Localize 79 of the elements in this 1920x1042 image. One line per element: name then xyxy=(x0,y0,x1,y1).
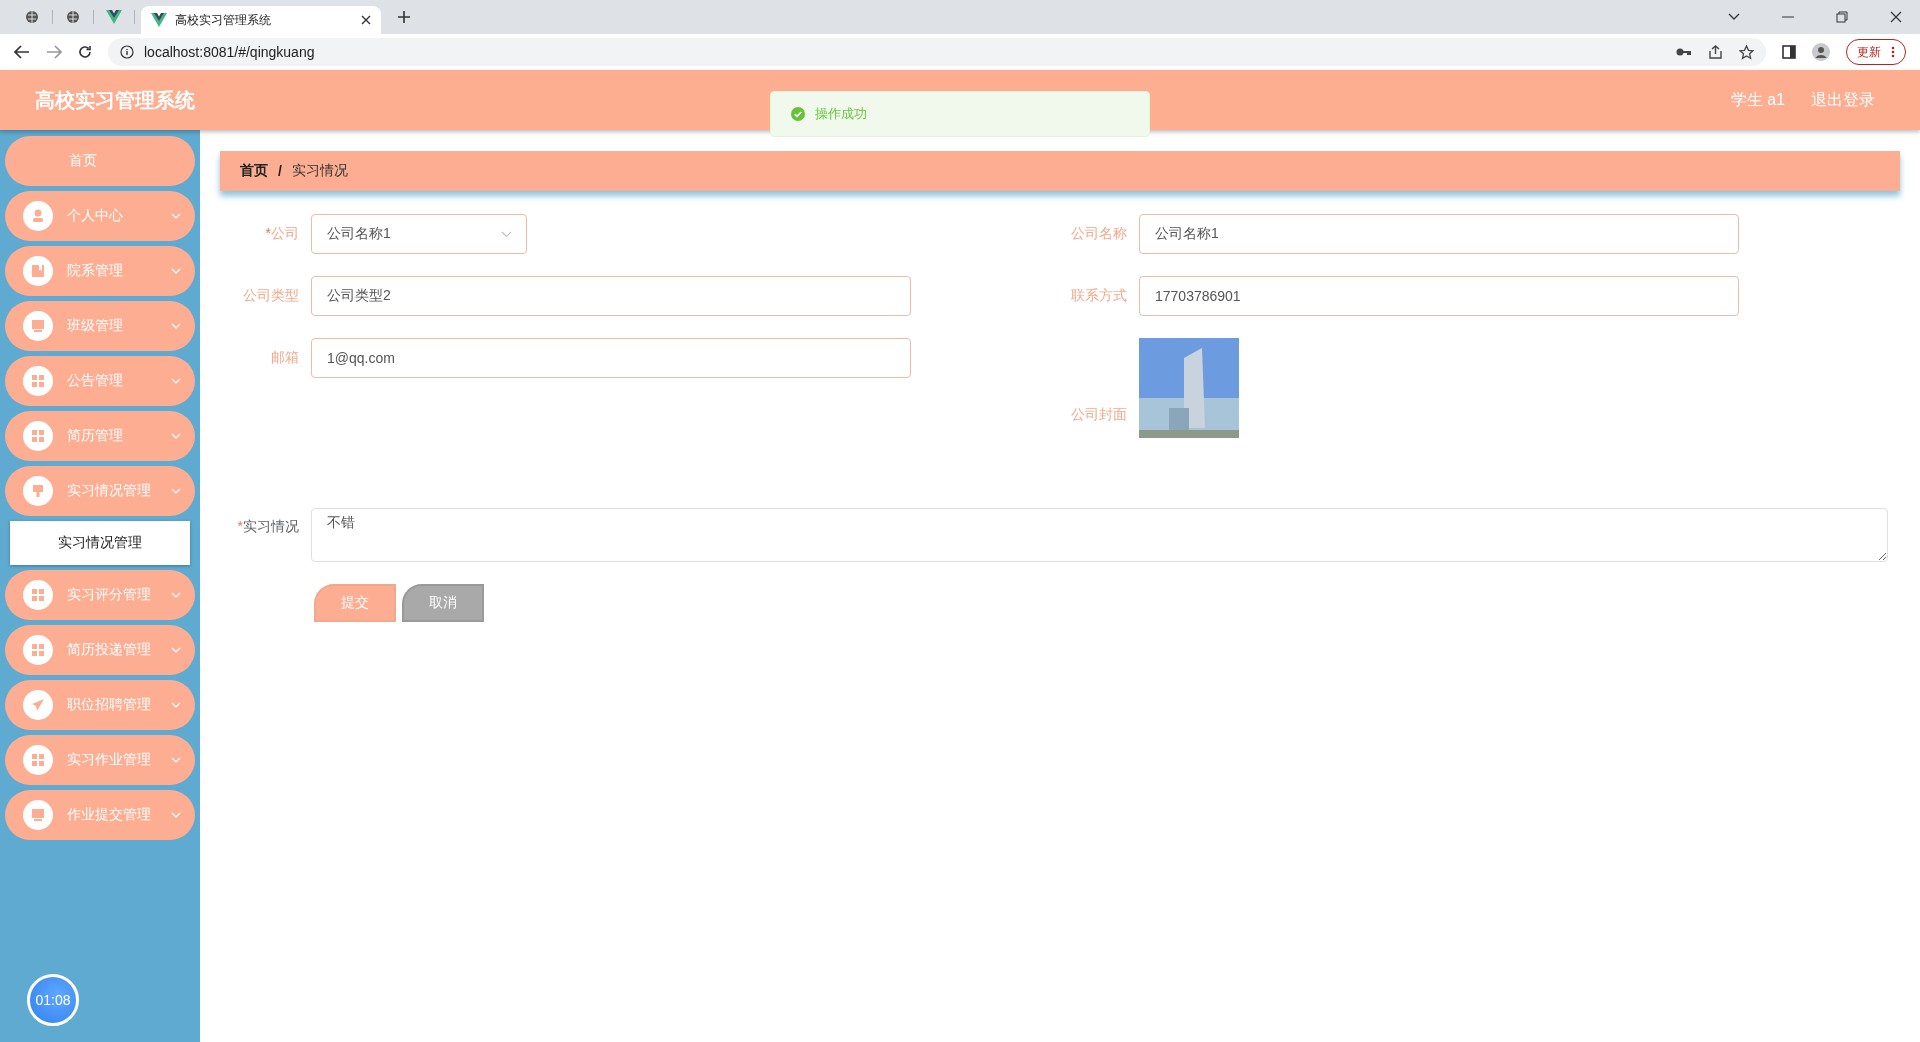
menu-item[interactable]: 院系管理 xyxy=(5,246,195,296)
chevron-icon xyxy=(171,702,181,708)
field-label: 公司名称 xyxy=(1070,225,1127,243)
text-area[interactable]: 不错 xyxy=(311,508,1888,562)
grid-icon xyxy=(23,635,53,665)
reload-icon[interactable] xyxy=(78,45,92,59)
breadcrumb-item[interactable]: 首页 xyxy=(240,162,268,180)
share-icon[interactable] xyxy=(1708,44,1723,60)
monitor-icon xyxy=(23,800,53,830)
chevron-down-icon[interactable] xyxy=(1728,13,1740,21)
menu-item[interactable]: 班级管理 xyxy=(5,301,195,351)
submenu-item[interactable]: 实习情况管理 xyxy=(10,521,190,565)
input-field[interactable]: 17703786901 xyxy=(1139,276,1739,316)
field-label: 联系方式 xyxy=(1070,287,1127,305)
chevron-icon xyxy=(171,323,181,329)
restore-icon[interactable] xyxy=(1836,11,1848,23)
cancel-button[interactable]: 取消 xyxy=(402,584,484,622)
logout-link[interactable]: 退出登录 xyxy=(1811,89,1875,111)
chevron-down-icon xyxy=(501,230,512,238)
brush-icon xyxy=(23,476,53,506)
update-button[interactable]: 更新 xyxy=(1846,39,1906,65)
toast-message: 操作成功 xyxy=(815,105,867,123)
chevron-icon xyxy=(171,488,181,494)
timer-badge: 01:08 xyxy=(27,974,79,1026)
grid-icon xyxy=(23,580,53,610)
chevron-icon xyxy=(171,647,181,653)
app-title: 高校实习管理系统 xyxy=(35,87,195,113)
field-label: 公司类型 xyxy=(242,287,299,305)
field-label: 公司封面 xyxy=(1070,406,1127,424)
close-icon[interactable] xyxy=(361,15,371,25)
grid-icon xyxy=(23,366,53,396)
breadcrumb-separator: / xyxy=(278,163,282,179)
menu-item[interactable]: 职位招聘管理 xyxy=(5,680,195,730)
chevron-icon xyxy=(171,433,181,439)
check-circle-icon xyxy=(791,107,805,121)
info-icon xyxy=(120,45,134,59)
user-name: 学生 a1 xyxy=(1730,89,1785,110)
submit-button[interactable]: 提交 xyxy=(314,584,396,622)
plus-icon[interactable] xyxy=(397,10,411,24)
v-logo-icon xyxy=(151,13,167,27)
star-icon[interactable] xyxy=(1739,44,1754,60)
field-label: *实习情况 xyxy=(236,517,299,536)
menu-item[interactable]: 实习情况管理 xyxy=(5,466,195,516)
browser-tab[interactable]: 高校实习管理系统 xyxy=(141,6,381,34)
key-icon[interactable] xyxy=(1676,47,1692,57)
send-icon xyxy=(23,690,53,720)
company-select[interactable]: 公司名称1 xyxy=(311,214,527,254)
chevron-icon xyxy=(171,268,181,274)
menu-item[interactable]: 作业提交管理 xyxy=(5,790,195,840)
chevron-icon xyxy=(171,592,181,598)
menu-item[interactable]: 简历管理 xyxy=(5,411,195,461)
grid-icon xyxy=(23,745,53,775)
field-label: 邮箱 xyxy=(270,349,299,367)
input-field[interactable]: 公司类型2 xyxy=(311,276,911,316)
side-panel-icon[interactable] xyxy=(1782,45,1796,59)
chevron-icon xyxy=(171,757,181,763)
chevron-icon xyxy=(171,378,181,384)
menu-item[interactable]: 个人中心 xyxy=(5,191,195,241)
address-bar[interactable]: localhost:8081/#/qingkuang xyxy=(108,38,1766,66)
back-arrow-icon[interactable] xyxy=(14,45,30,59)
menu-item[interactable]: 实习作业管理 xyxy=(5,735,195,785)
chevron-icon xyxy=(171,213,181,219)
menu-item[interactable]: 首页 xyxy=(5,136,195,186)
menu-item[interactable]: 实习评分管理 xyxy=(5,570,195,620)
user-icon xyxy=(23,201,53,231)
profile-icon[interactable] xyxy=(1812,43,1830,61)
input-field[interactable]: 1@qq.com xyxy=(311,338,911,378)
input-field[interactable]: 公司名称1 xyxy=(1139,214,1739,254)
chevron-icon xyxy=(171,812,181,818)
field-label: *公司 xyxy=(264,225,299,243)
menu-item[interactable]: 公告管理 xyxy=(5,356,195,406)
grid-icon xyxy=(23,421,53,451)
book-icon xyxy=(23,256,53,286)
monitor-icon xyxy=(23,311,53,341)
more-icon xyxy=(1891,46,1895,58)
menu-item[interactable]: 简历投递管理 xyxy=(5,625,195,675)
breadcrumb-item: 实习情况 xyxy=(291,162,348,180)
forward-arrow-icon[interactable] xyxy=(46,45,62,59)
close-icon[interactable] xyxy=(1890,11,1902,23)
